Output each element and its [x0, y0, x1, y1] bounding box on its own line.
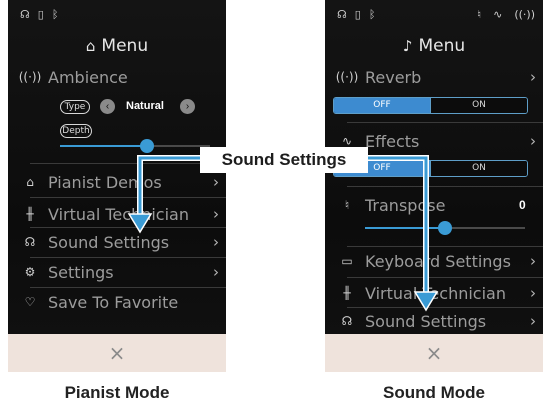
- depth-label: Depth: [60, 124, 92, 138]
- effects-on-option[interactable]: ON: [430, 161, 527, 176]
- divider: [347, 122, 543, 123]
- menu-item-virtual-technician[interactable]: ╫ Virtual Technician ›: [325, 278, 543, 308]
- transpose-label: Transpose: [365, 195, 446, 215]
- usb-icon: ▯: [354, 8, 361, 21]
- depth-slider-knob[interactable]: [140, 139, 154, 153]
- menu-item-label: Keyboard Settings: [365, 251, 511, 271]
- sound-mode-caption: Sound Mode: [383, 383, 485, 402]
- chevron-right-icon: ›: [530, 312, 536, 330]
- transpose-slider-fill: [365, 227, 445, 229]
- menu-item-pianist-demos[interactable]: ⌂ Pianist Demos ›: [8, 167, 226, 197]
- technician-icon: ╫: [26, 207, 34, 221]
- type-prev-button[interactable]: ‹: [100, 99, 115, 114]
- technician-icon: ╫: [343, 286, 351, 300]
- menu-title: ♪ Menu: [402, 36, 466, 56]
- reverb-row[interactable]: ((·)) Reverb ›: [325, 62, 543, 92]
- chevron-right-icon: ›: [213, 173, 219, 191]
- usb-icon: ▯: [37, 8, 44, 21]
- divider: [30, 197, 226, 198]
- type-value: Natural: [126, 100, 164, 112]
- reverb-label: Reverb: [365, 67, 422, 87]
- menu-title: ⌂ Menu: [85, 36, 149, 56]
- transpose-value: 0: [519, 198, 526, 212]
- menu-item-label: Save To Favorite: [48, 292, 179, 312]
- gear-icon: ⚙: [24, 265, 36, 279]
- headphones-icon: ☊: [341, 314, 353, 328]
- bluetooth-icon: ᛒ: [368, 8, 376, 21]
- chevron-right-icon: ›: [530, 132, 536, 150]
- menu-item-sound-settings[interactable]: ☊ Sound Settings ›: [8, 227, 226, 257]
- reverb-icon: ((·)): [514, 8, 535, 21]
- menu-item-sound-settings[interactable]: ☊ Sound Settings ›: [325, 306, 543, 336]
- piano-icon: ⌂: [85, 37, 96, 55]
- music-note-icon: ♪: [402, 37, 413, 55]
- chevron-right-icon: ›: [530, 284, 536, 302]
- reverb-off-option[interactable]: OFF: [334, 98, 430, 113]
- menu-item-label: Settings: [48, 262, 114, 282]
- menu-item-label: Virtual Technician: [48, 204, 189, 224]
- keyboard-icon: ▭: [341, 254, 353, 268]
- status-bar: ☊ ▯ ᛒ: [20, 8, 58, 22]
- sound-mode-screen: ☊ ▯ ᛒ ♮ ∿ ((·)) ♪ Menu ((·)) Reverb › OFF…: [325, 0, 543, 372]
- menu-item-label: Sound Settings: [48, 232, 170, 252]
- ambience-row: ((·)) Ambience: [8, 62, 226, 92]
- menu-item-label: Pianist Demos: [48, 172, 162, 192]
- effects-icon: ∿: [493, 8, 503, 21]
- reverb-toggle[interactable]: OFF ON: [333, 97, 528, 114]
- status-bar-right: ♮ ∿ ((·)): [477, 8, 535, 22]
- pianist-mode-caption: Pianist Mode: [64, 383, 170, 402]
- divider: [347, 186, 543, 187]
- ambience-icon: ((·)): [18, 70, 42, 84]
- transpose-icon: ♮: [477, 8, 482, 21]
- transpose-slider-knob[interactable]: [438, 221, 452, 235]
- type-next-button[interactable]: ›: [180, 99, 195, 114]
- pianist-mode-screen: ☊ ▯ ᛒ ⌂ Menu ((·)) Ambience Type ‹ Natura…: [8, 0, 226, 372]
- chevron-right-icon: ›: [530, 252, 536, 270]
- headphones-icon: ☊: [24, 235, 36, 249]
- reverb-icon: ((·)): [335, 70, 359, 84]
- ambience-label: Ambience: [48, 67, 128, 87]
- transpose-row: ♮ Transpose: [325, 190, 543, 220]
- menu-item-save-to-favorite[interactable]: ♡ Save To Favorite: [8, 287, 226, 317]
- menu-item-label: Virtual Technician: [365, 283, 506, 303]
- status-bar: ☊ ▯ ᛒ: [337, 8, 375, 22]
- effects-label: Effects: [365, 131, 420, 151]
- divider: [30, 163, 226, 164]
- close-button[interactable]: ×: [325, 334, 543, 372]
- sound-settings-callout: Sound Settings: [200, 147, 368, 173]
- headphones-icon: ☊: [20, 8, 30, 21]
- chevron-right-icon: ›: [213, 233, 219, 251]
- close-button[interactable]: ×: [8, 334, 226, 372]
- depth-slider-fill: [60, 145, 147, 147]
- chevron-right-icon: ›: [213, 205, 219, 223]
- reverb-on-option[interactable]: ON: [430, 98, 527, 113]
- menu-item-keyboard-settings[interactable]: ▭ Keyboard Settings ›: [325, 246, 543, 276]
- headphones-icon: ☊: [337, 8, 347, 21]
- menu-item-virtual-technician[interactable]: ╫ Virtual Technician ›: [8, 199, 226, 229]
- bluetooth-icon: ᛒ: [51, 8, 59, 21]
- heart-icon: ♡: [24, 295, 36, 309]
- effects-icon: ∿: [341, 134, 353, 148]
- menu-item-settings[interactable]: ⚙ Settings ›: [8, 257, 226, 287]
- menu-item-label: Sound Settings: [365, 311, 487, 331]
- chevron-right-icon: ›: [530, 68, 536, 86]
- type-label: Type: [60, 100, 90, 114]
- piano-icon: ⌂: [26, 175, 34, 189]
- chevron-right-icon: ›: [213, 263, 219, 281]
- transpose-icon: ♮: [344, 198, 350, 212]
